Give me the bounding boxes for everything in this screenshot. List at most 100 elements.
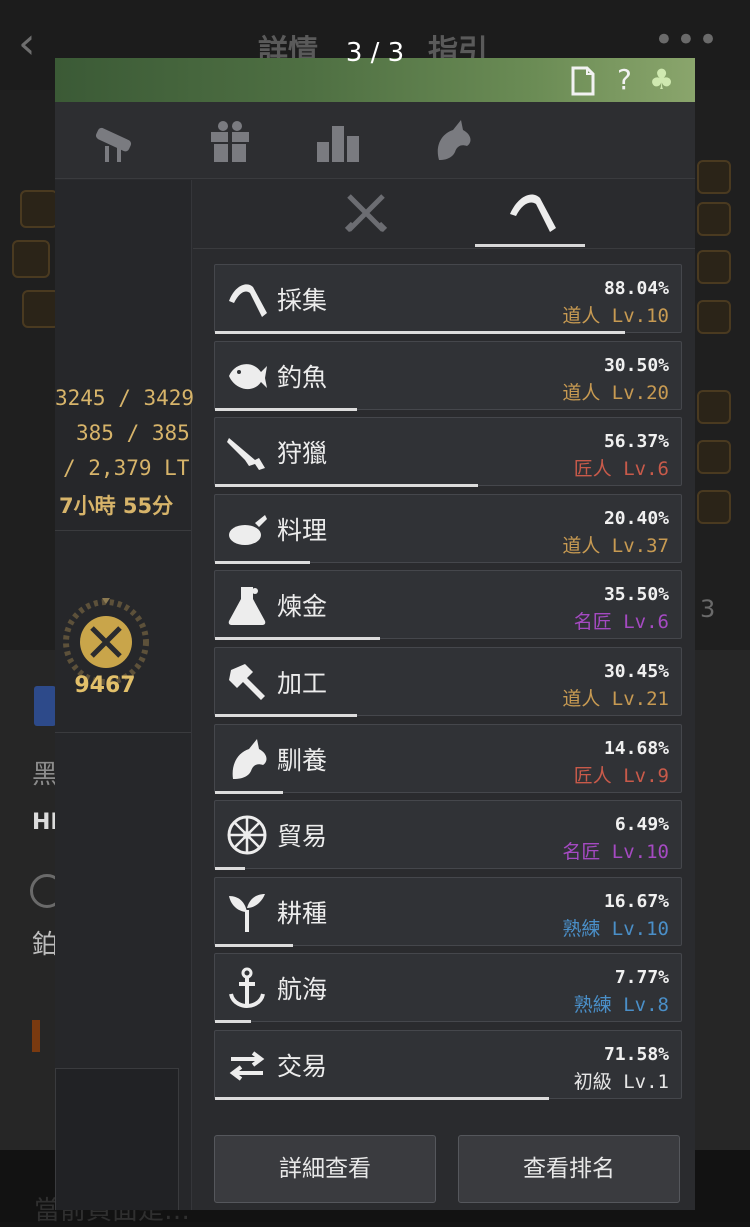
wheel-icon — [227, 815, 267, 855]
divider — [55, 530, 191, 531]
skill-rank: 道人 Lv.37 — [562, 534, 669, 557]
gift-icon[interactable] — [205, 116, 255, 166]
score-value: 9467 — [74, 673, 136, 698]
category-tab-bar — [55, 102, 695, 179]
skill-name: 加工 — [277, 668, 328, 698]
skill-rank: 匠人 Lv.9 — [573, 764, 669, 787]
skill-sub-tabs — [193, 180, 695, 249]
background-badge — [34, 686, 56, 726]
skill-row[interactable]: 狩獵 56.37% 匠人 Lv.6 — [214, 417, 682, 488]
ranking-button[interactable]: 查看排名 — [458, 1135, 680, 1203]
skill-progress-bar — [215, 560, 311, 564]
skill-rank: 道人 Lv.21 — [562, 687, 669, 710]
skill-progress-bar — [215, 331, 626, 334]
skill-percent: 56.37% — [603, 431, 669, 453]
skill-progress-bar — [215, 1096, 549, 1100]
skill-row[interactable]: 加工 30.45% 道人 Lv.21 — [214, 646, 682, 717]
life-skill-list: 採集 88.04% 道人 Lv.10 釣魚 30.50% 道人 Lv.20 狩獵 56.37%… — [214, 264, 682, 1107]
skill-progress-bar — [215, 1020, 252, 1024]
skill-name: 交易 — [277, 1051, 328, 1081]
background-marker — [32, 1020, 40, 1052]
skill-percent: 30.45% — [603, 660, 669, 682]
horse-head-icon[interactable] — [427, 116, 477, 166]
skill-progress-bar — [215, 484, 478, 488]
skill-progress-bar — [215, 943, 293, 947]
background-slot-icon — [697, 160, 731, 194]
skill-name: 狩獵 — [277, 439, 328, 469]
character-stats-panel: 3245 / 3429 385 / 385 / 2,379 LT 7小時 55分… — [55, 180, 195, 1210]
skill-row[interactable]: 交易 71.58% 初級 Lv.1 — [214, 1029, 682, 1100]
skill-percent: 14.68% — [603, 737, 669, 759]
details-button[interactable]: 詳細查看 — [214, 1135, 436, 1203]
bar-chart-icon[interactable] — [313, 116, 363, 166]
image-counter: 3 / 3 — [345, 38, 405, 68]
background-slot-icon — [697, 440, 731, 474]
time-value: 7小時 55分 — [59, 494, 174, 518]
skill-progress-bar — [215, 790, 284, 794]
background-slot-icon — [697, 250, 731, 284]
flask-icon — [228, 587, 266, 626]
skill-row[interactable]: 煉金 35.50% 名匠 Lv.6 — [214, 570, 682, 641]
skill-percent: 7.77% — [614, 967, 669, 989]
skill-name: 料理 — [277, 515, 328, 545]
skill-percent: 16.67% — [603, 890, 669, 912]
skill-name: 煉金 — [277, 592, 328, 622]
skill-progress-bar — [215, 637, 381, 641]
background-slot-icon — [697, 202, 731, 236]
hp-value: 3245 / 3429 — [55, 386, 195, 410]
roast-chicken-icon — [229, 514, 267, 545]
skill-progress-bar — [215, 713, 357, 717]
anchor-icon — [229, 967, 265, 1009]
skill-progress-bar — [215, 867, 246, 871]
sickle-icon[interactable] — [506, 186, 558, 238]
skill-rank: 道人 Lv.10 — [562, 305, 669, 327]
skill-row[interactable]: 貿易 6.49% 名匠 Lv.10 — [214, 800, 682, 871]
fish-icon — [229, 363, 267, 389]
skill-row[interactable]: 料理 20.40% 道人 Lv.37 — [214, 493, 682, 564]
telescope-icon[interactable] — [89, 116, 139, 166]
skill-row[interactable]: 馴養 14.68% 匠人 Lv.9 — [214, 723, 682, 794]
skill-percent: 88.04% — [603, 278, 669, 299]
life-skills-popup: ? ♣ 3245 / 3429 385 / 385 / 2,379 LT 7小時… — [55, 58, 695, 1210]
skill-name: 馴養 — [277, 745, 328, 775]
background-slot-icon — [697, 300, 731, 334]
hammer-icon — [229, 663, 265, 700]
sprout-icon — [229, 893, 265, 932]
skill-rank: 名匠 Lv.10 — [562, 841, 669, 864]
divider — [55, 732, 191, 733]
skill-rank: 熟練 Lv.10 — [562, 917, 669, 940]
skill-percent: 6.49% — [614, 814, 669, 836]
skill-percent: 20.40% — [603, 507, 669, 529]
skill-rank: 道人 Lv.20 — [562, 381, 669, 404]
energy-value: 385 / 385 — [76, 421, 190, 445]
skill-rank: 名匠 Lv.6 — [573, 611, 669, 634]
skill-percent: 35.50% — [603, 584, 669, 606]
skill-name: 採集 — [277, 286, 328, 315]
skill-rank: 熟練 Lv.8 — [573, 994, 669, 1017]
background-number: 3 — [700, 595, 716, 623]
rifle-icon — [227, 438, 265, 471]
skill-rank: 初級 Lv.1 — [573, 1070, 669, 1093]
skill-rank: 匠人 Lv.6 — [573, 458, 669, 481]
skill-name: 貿易 — [277, 822, 328, 852]
horse-icon — [232, 738, 267, 779]
skill-name: 耕種 — [277, 898, 328, 928]
crossed-swords-icon[interactable] — [343, 190, 389, 236]
skill-name: 航海 — [277, 975, 328, 1005]
background-slot-icon — [697, 490, 731, 524]
skill-row[interactable]: 採集 88.04% 道人 Lv.10 — [214, 264, 682, 334]
notes-box[interactable]: ✎ — [55, 1068, 179, 1210]
skill-name: 釣魚 — [277, 362, 328, 392]
background-slot-icon — [12, 240, 50, 278]
skill-row[interactable]: 釣魚 30.50% 道人 Lv.20 — [214, 340, 682, 411]
sickle-icon — [229, 284, 267, 317]
skill-row[interactable]: 耕種 16.67% 熟練 Lv.10 — [214, 876, 682, 947]
background-slot-icon — [697, 390, 731, 424]
background-slot-icon — [20, 190, 58, 228]
skill-percent: 71.58% — [603, 1043, 669, 1065]
active-subtab-indicator — [475, 244, 585, 247]
skill-percent: 30.50% — [603, 354, 669, 376]
exchange-arrows-icon — [229, 1051, 265, 1081]
skill-progress-bar — [215, 407, 358, 411]
skill-row[interactable]: 航海 7.77% 熟練 Lv.8 — [214, 953, 682, 1024]
